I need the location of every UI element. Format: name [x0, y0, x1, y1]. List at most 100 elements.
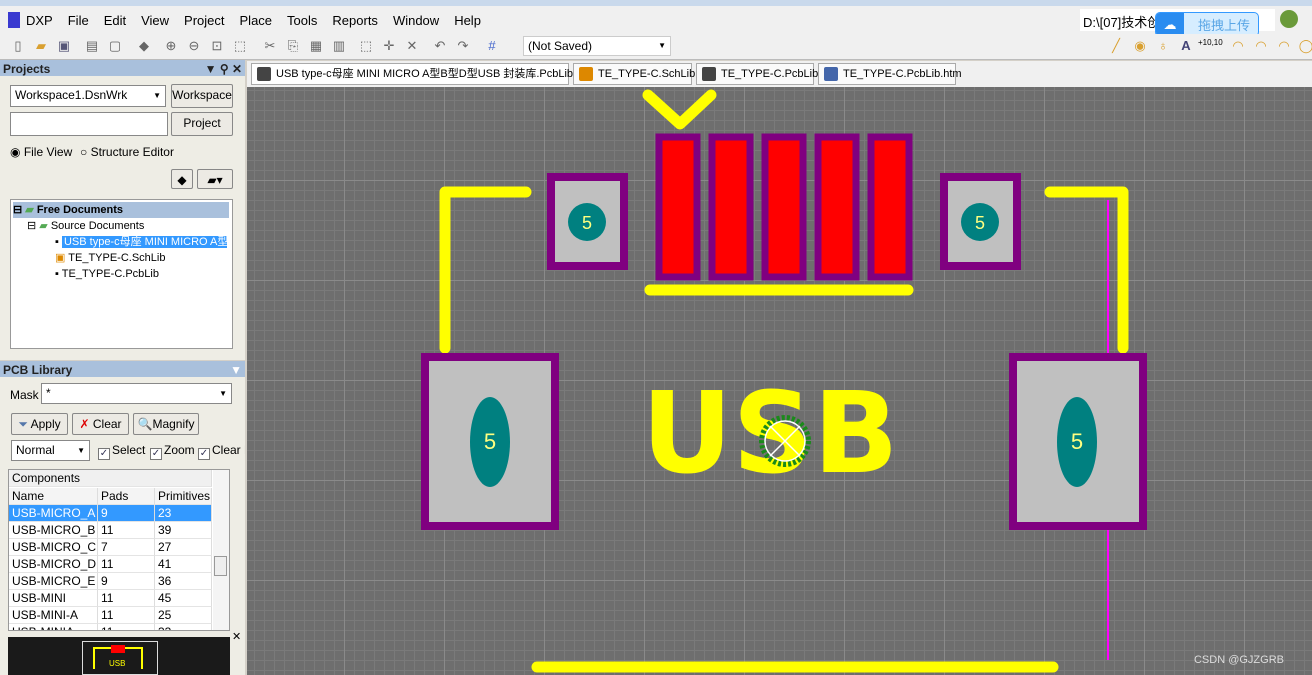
zoom-area-icon[interactable]: ⬚ [232, 38, 248, 54]
menu-place[interactable]: Place [240, 13, 273, 28]
table-cell[interactable]: 11 [98, 607, 155, 624]
open-icon[interactable]: ▰ [33, 38, 49, 54]
tree-free-documents[interactable]: ⊟ ▰ Free Documents [13, 202, 229, 218]
zoom-out-icon[interactable]: ⊖ [186, 38, 202, 54]
upload-label: 拖拽上传 [1198, 18, 1251, 33]
cut-icon[interactable]: ✂ [262, 38, 278, 54]
tab-te-pcblib-htm[interactable]: TE_TYPE-C.PcbLib.htm [818, 63, 962, 85]
table-cell[interactable]: USB-MINIA [9, 624, 98, 630]
table-cell[interactable]: USB-MICRO_B [9, 522, 98, 539]
table-cell[interactable]: 41 [155, 556, 212, 573]
project-input[interactable] [10, 112, 168, 136]
table-cell[interactable]: 25 [155, 607, 212, 624]
tab-te-schlib[interactable]: TE_TYPE-C.SchLib [573, 63, 695, 85]
table-cell[interactable]: USB-MICRO_E [9, 573, 98, 590]
project-options-icon[interactable]: ◆ [171, 169, 193, 189]
menu-project[interactable]: Project [184, 13, 224, 28]
tree-item[interactable]: ▣ TE_TYPE-C.SchLib [55, 250, 165, 266]
file-view-radio[interactable]: ◉ File View [10, 145, 72, 159]
table-cell[interactable]: 9 [98, 573, 155, 590]
new-icon[interactable]: ▯ [10, 38, 26, 54]
table-cell[interactable]: USB-MINI-A [9, 607, 98, 624]
mask-input[interactable]: * ▼ [41, 383, 232, 404]
preview-label: USB [109, 659, 126, 668]
apply-button[interactable]: ⏷ Apply [11, 413, 68, 435]
tree-item[interactable]: ▪ TE_TYPE-C.PcbLib [55, 266, 159, 282]
workspace-combo[interactable]: Workspace1.DsnWrk ▼ [10, 85, 166, 107]
arc-edge-icon[interactable]: ◠ [1253, 38, 1269, 54]
document-combo[interactable]: (Not Saved) ▼ [523, 36, 671, 56]
table-cell[interactable]: USB-MICRO_A [9, 505, 98, 522]
print-icon[interactable]: ▤ [84, 38, 100, 54]
table-cell[interactable]: 27 [155, 539, 212, 556]
layers-icon[interactable]: ◆ [136, 38, 152, 54]
redo-icon[interactable]: ↷ [455, 38, 471, 54]
place-pad-icon[interactable]: ◉ [1132, 38, 1148, 54]
tree-source-documents[interactable]: ⊟ ▰ Source Documents [27, 218, 144, 234]
menu-reports[interactable]: Reports [332, 13, 378, 28]
undo-icon[interactable]: ↶ [432, 38, 448, 54]
table-cell[interactable]: 7 [98, 539, 155, 556]
table-cell[interactable]: 11 [98, 522, 155, 539]
menu-tools[interactable]: Tools [287, 13, 317, 28]
open-document-icon[interactable]: ▰▾ [197, 169, 233, 189]
watermark: CSDN @GJZGRB [1193, 654, 1284, 666]
deselect-icon[interactable]: ✕ [404, 38, 420, 54]
back-icon[interactable] [1280, 10, 1298, 28]
select-checkbox[interactable]: ✓ Select [98, 443, 145, 460]
place-via-icon[interactable]: ♁ [1155, 38, 1171, 54]
mode-select[interactable]: Normal ▼ [11, 440, 90, 461]
menu-dxp[interactable]: DXP [26, 13, 53, 28]
paste-icon[interactable]: ▦ [308, 38, 324, 54]
table-cell[interactable]: 11 [98, 624, 155, 630]
column-header-pads[interactable]: Pads [98, 488, 155, 505]
workspace-button[interactable]: Workspace [171, 84, 233, 108]
table-cell[interactable]: USB-MICRO_C [9, 539, 98, 556]
table-cell[interactable]: USB-MICRO_D [9, 556, 98, 573]
table-cell[interactable]: 39 [155, 522, 212, 539]
save-icon[interactable]: ▣ [56, 38, 72, 54]
table-cell[interactable]: 11 [98, 556, 155, 573]
full-circle-icon[interactable]: ◯ [1298, 38, 1312, 54]
table-cell[interactable]: 33 [155, 624, 212, 630]
menu-help[interactable]: Help [454, 13, 481, 28]
components-scrollbar[interactable] [213, 470, 229, 630]
table-cell[interactable]: 23 [155, 505, 212, 522]
zoom-fit-icon[interactable]: ⊡ [209, 38, 225, 54]
place-coordinate-icon[interactable]: +10,10 [1198, 38, 1223, 54]
rubber-stamp-icon[interactable]: ▥ [331, 38, 347, 54]
zoom-checkbox[interactable]: ✓ Zoom [150, 443, 195, 460]
tree-item[interactable]: ▪ USB type-c母座 MINI MICRO A型B型D型USB 封装库.… [55, 234, 227, 250]
select-area-icon[interactable]: ⬚ [358, 38, 374, 54]
menu-edit[interactable]: Edit [104, 13, 126, 28]
magnify-button[interactable]: 🔍Magnify [133, 413, 199, 435]
print-preview-icon[interactable]: ▢ [107, 38, 123, 54]
column-header-name[interactable]: Name [9, 488, 98, 505]
arc-any-icon[interactable]: ◠ [1276, 38, 1292, 54]
table-cell[interactable]: USB-MINI [9, 590, 98, 607]
project-button[interactable]: Project [171, 112, 233, 136]
panel-controls-icon[interactable]: ▼ ⚲ ✕ [205, 62, 242, 76]
place-string-icon[interactable]: A [1178, 38, 1194, 54]
clear-button[interactable]: ✗ Clear [72, 413, 129, 435]
move-icon[interactable]: ✛ [381, 38, 397, 54]
menu-file[interactable]: File [68, 13, 89, 28]
tab-te-pcblib[interactable]: TE_TYPE-C.PcbLib [696, 63, 818, 85]
arc-center-icon[interactable]: ◠ [1230, 38, 1246, 54]
zoom-in-icon[interactable]: ⊕ [163, 38, 179, 54]
structure-editor-radio[interactable]: ○ Structure Editor [80, 145, 174, 159]
table-cell[interactable]: 11 [98, 590, 155, 607]
menu-view[interactable]: View [141, 13, 169, 28]
pcb-canvas[interactable] [247, 87, 1312, 675]
table-cell[interactable]: 45 [155, 590, 212, 607]
table-cell[interactable]: 36 [155, 573, 212, 590]
grid-icon[interactable]: # [484, 38, 500, 54]
copy-icon[interactable]: ⎘ [285, 38, 301, 54]
collapse-icon[interactable]: ✕ [232, 630, 241, 643]
place-line-icon[interactable]: ╱ [1108, 38, 1124, 54]
menu-window[interactable]: Window [393, 13, 439, 28]
table-cell[interactable]: 9 [98, 505, 155, 522]
column-header-primitives[interactable]: Primitives [155, 488, 212, 505]
clear-existing-checkbox[interactable]: ✓Clear E [198, 443, 245, 460]
tab-pcblib-main[interactable]: USB type-c母座 MINI MICRO A型B型D型USB 封装库.Pc… [251, 63, 573, 85]
